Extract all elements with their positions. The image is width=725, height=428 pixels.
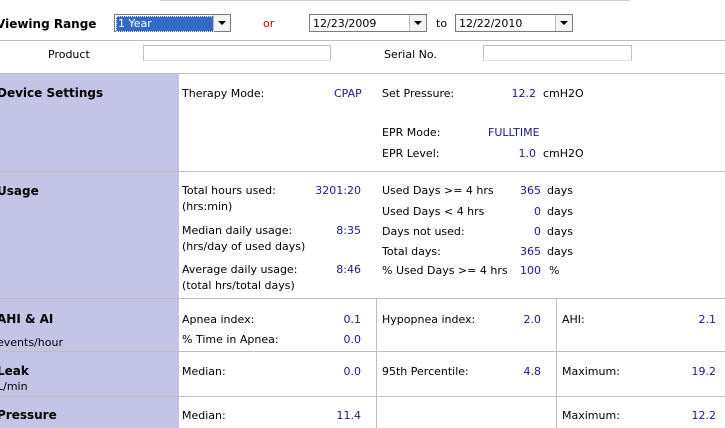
average-usage-sub: (total hrs/total days) [182,279,295,292]
divider [0,396,725,397]
hypopnea-label: Hypopnea index: [382,313,476,326]
device-settings-title: Device Settings [0,86,104,100]
from-date-value: 12/23/2009 [313,17,377,30]
leak-median-value: 0.0 [343,365,362,378]
epr-level-value: 1.0 [518,147,537,160]
divider [376,298,377,428]
product-label: Product [48,48,90,61]
pct-apnea-label: % Time in Apnea: [182,333,279,346]
pct-used-value: 100 [520,264,541,277]
epr-level-unit: cmH2O [543,147,584,160]
total-days-label: Total days: [382,245,441,258]
pressure-max-value: 12.2 [691,409,717,422]
ahi-title: AHI & AI [0,312,54,326]
to-date-select[interactable]: 12/22/2010 [455,14,573,32]
ahi-subtitle: events/hour [0,336,63,349]
used-ge4-value: 365 [520,184,541,197]
divider [0,40,725,41]
median-usage-label: Median daily usage: [182,224,293,237]
leak-p95-label: 95th Percentile: [382,365,469,378]
viewing-range-label: Viewing Range [0,17,97,31]
pressure-max-label: Maximum: [562,409,620,422]
pct-used-label: % Used Days >= 4 hrs [382,264,508,277]
leak-max-value: 19.2 [691,365,717,378]
not-used-label: Days not used: [382,225,465,238]
total-hours-sub: (hrs:min) [182,200,233,213]
or-label: or [263,17,275,30]
set-pressure-unit: cmH2O [543,87,584,100]
days-unit: days [547,205,573,218]
apnea-index-label: Apnea index: [182,313,255,326]
divider [0,171,725,172]
viewing-range-value: 1 Year [116,16,214,32]
pressure-median-label: Median: [182,409,226,422]
product-field[interactable] [143,45,331,61]
apnea-index-value: 0.1 [343,313,362,326]
average-usage-label: Average daily usage: [182,263,298,276]
days-unit: days [547,245,573,258]
median-usage-sub: (hrs/day of used days) [182,240,306,253]
median-usage-value: 8:35 [336,224,361,237]
pressure-median-value: 11.4 [336,409,362,422]
set-pressure-value: 12.2 [511,87,537,100]
from-date-select[interactable]: 12/23/2009 [309,14,427,32]
used-lt4-value: 0 [534,205,541,218]
chevron-down-icon[interactable] [409,15,426,31]
usage-title: Usage [0,184,39,198]
epr-level-label: EPR Level: [382,147,440,160]
chevron-down-icon[interactable] [213,15,230,31]
total-hours-label: Total hours used: [182,184,276,197]
used-ge4-label: Used Days >= 4 hrs [382,184,494,197]
epr-mode-value: FULLTIME [488,126,540,139]
not-used-value: 0 [534,225,541,238]
total-days-value: 365 [520,245,541,258]
top-edge [160,0,630,1]
serial-label: Serial No. [384,48,437,61]
leak-median-label: Median: [182,365,226,378]
divider [0,351,725,352]
used-lt4-label: Used Days < 4 hrs [382,205,485,218]
ahi-value: 2.1 [698,313,717,326]
serial-field[interactable] [483,45,632,61]
average-usage-value: 8:46 [336,263,361,276]
leak-max-label: Maximum: [562,365,620,378]
pct-apnea-value: 0.0 [343,333,362,346]
days-unit: days [547,184,573,197]
pct-unit: % [549,264,560,277]
days-unit: days [547,225,573,238]
therapy-mode-label: Therapy Mode: [182,87,265,100]
ahi-label: AHI: [562,313,585,326]
leak-p95-value: 4.8 [523,365,542,378]
leak-title: Leak [0,364,29,378]
pressure-title: Pressure [0,408,57,422]
chevron-down-icon[interactable] [555,15,572,31]
to-date-value: 12/22/2010 [459,17,523,30]
hypopnea-value: 2.0 [523,313,542,326]
viewing-range-select[interactable]: 1 Year [114,14,231,32]
leak-subtitle: L/min [0,380,28,393]
divider [0,298,725,299]
epr-mode-label: EPR Mode: [382,126,441,139]
set-pressure-label: Set Pressure: [382,87,455,100]
divider [556,298,557,428]
total-hours-value: 3201:20 [315,184,361,197]
therapy-mode-value: CPAP [334,87,362,100]
to-label: to [436,17,448,30]
